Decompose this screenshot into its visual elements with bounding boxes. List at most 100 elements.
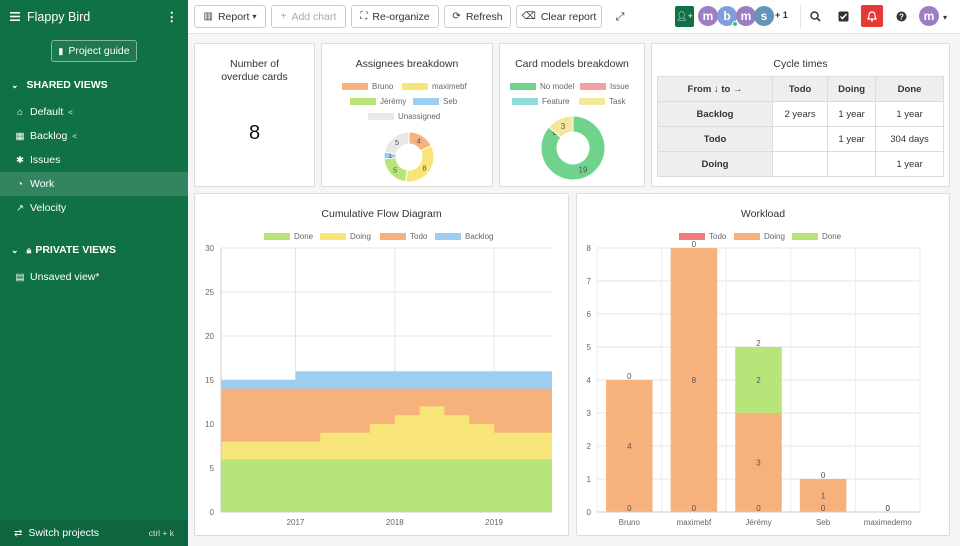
- add-chart-button[interactable]: + Add chart: [271, 5, 346, 28]
- sidebar-item-label: Unsaved view*: [30, 271, 100, 283]
- avatar-initial: m: [740, 9, 752, 23]
- checkbox-icon[interactable]: [832, 5, 854, 27]
- legend-item[interactable]: maximebf: [402, 82, 467, 91]
- x-tick-label: Bruno: [619, 518, 641, 527]
- share-icon: <: [68, 107, 73, 117]
- refresh-label: Refresh: [465, 10, 503, 23]
- table-cell: 1 year: [875, 101, 944, 127]
- widget-title: Number of overdue cards: [221, 58, 288, 83]
- refresh-icon: ⟳: [452, 11, 461, 22]
- legend-item[interactable]: Seb: [413, 97, 457, 106]
- report-label: Report: [217, 10, 250, 23]
- grid-icon: ▦: [15, 130, 25, 142]
- book-icon: ▮: [58, 45, 64, 56]
- slice-label: 8: [422, 163, 426, 172]
- sidebar-item-label: Default: [30, 106, 64, 118]
- sidebar-item-work[interactable]: ◔ Work: [0, 172, 188, 196]
- chevron-down-icon: ⌄: [11, 79, 19, 90]
- switch-projects-label: Switch projects: [28, 527, 99, 539]
- avatar-initial: m: [702, 9, 714, 23]
- avatar-initial: m: [923, 9, 935, 23]
- switch-projects-button[interactable]: ⇄ Switch projects ctrl + k: [0, 520, 188, 546]
- sidebar-item-velocity[interactable]: ↗ Velocity: [0, 196, 188, 220]
- bar-value-label: 0: [821, 471, 826, 480]
- report-dropdown-button[interactable]: ▥ Report ▾: [194, 5, 266, 28]
- app: Flappy Bird ⋮ ▮ Project guide ⌄ SHARED V…: [0, 0, 960, 546]
- legend-item[interactable]: Issue: [580, 82, 629, 91]
- sidebar-item-label: Velocity: [30, 202, 67, 214]
- sidebar-item-unsaved-view[interactable]: ▤ Unsaved view*: [0, 265, 188, 289]
- caret-down-icon[interactable]: ▾: [940, 6, 950, 28]
- slice-label: 5: [395, 138, 399, 147]
- row-header: Backlog: [657, 101, 773, 127]
- widget-title: Assignees breakdown: [355, 58, 459, 70]
- legend-item[interactable]: Unassigned: [368, 112, 440, 121]
- avatar-initial: s: [760, 9, 768, 23]
- y-tick-label: 5: [587, 343, 592, 352]
- more-options-icon[interactable]: ⋮: [166, 9, 179, 24]
- row-header: Todo: [657, 126, 773, 152]
- more-members-count[interactable]: + 1: [775, 10, 788, 20]
- legend-item[interactable]: Jérémy: [350, 97, 406, 106]
- user-avatar-menu[interactable]: m: [919, 6, 939, 26]
- card-models-donut-chart: 19003: [540, 115, 606, 181]
- member-avatar[interactable]: m: [736, 6, 756, 26]
- eraser-icon: ⌫: [521, 11, 536, 22]
- sidebar-item-backlog[interactable]: ▦ Backlog <: [0, 124, 188, 148]
- help-icon[interactable]: ?: [890, 5, 912, 27]
- x-tick-label: maximedemo: [864, 518, 913, 527]
- lock-icon: 🔒︎: [26, 244, 32, 255]
- y-tick-label: 8: [587, 244, 592, 253]
- x-tick-label: Seb: [816, 518, 831, 527]
- chart-line-icon: ↗: [16, 202, 24, 214]
- table-row: Todo 1 year 304 days: [657, 126, 944, 152]
- sidebar-item-issues[interactable]: ✱ Issues: [0, 148, 188, 172]
- search-icon[interactable]: [804, 5, 826, 27]
- table-cell: [827, 151, 877, 177]
- legend-item[interactable]: Bruno: [342, 82, 393, 91]
- add-member-button[interactable]: 👤︎+: [675, 6, 694, 27]
- table-corner-header: From ↓ to →: [657, 76, 773, 102]
- x-tick-label: 2018: [386, 518, 404, 527]
- column-header: Doing: [827, 76, 877, 102]
- sidebar-item-label: Issues: [30, 154, 61, 166]
- fullscreen-icon[interactable]: ⤢: [611, 6, 629, 28]
- clear-report-button[interactable]: ⌫ Clear report: [516, 5, 602, 28]
- y-tick-label: 6: [587, 310, 592, 319]
- bug-icon: ✱: [16, 154, 24, 166]
- y-tick-label: 4: [587, 376, 592, 385]
- project-guide-button[interactable]: ▮ Project guide: [51, 40, 137, 62]
- assignees-donut-chart: 48515: [383, 131, 435, 183]
- cycle-times-widget: Cycle times From ↓ to → Todo Doing Done …: [651, 43, 950, 187]
- table-cell: 1 year: [827, 101, 877, 127]
- dashboard-icon: ◔: [17, 178, 23, 190]
- menu-icon[interactable]: [10, 10, 20, 24]
- y-tick-label: 1: [587, 475, 592, 484]
- card-models-widget: Card models breakdown No model Issue Fea…: [499, 43, 645, 187]
- private-views-label: PRIVATE VIEWS: [35, 244, 117, 256]
- cycle-times-table: From ↓ to → Todo Doing Done Backlog 2 ye…: [657, 76, 944, 177]
- member-avatar[interactable]: b: [717, 6, 738, 27]
- table-row: Doing 1 year: [657, 151, 944, 177]
- project-guide-label: Project guide: [68, 45, 130, 57]
- notification-bell-icon[interactable]: [861, 5, 883, 27]
- table-cell: [771, 151, 829, 177]
- shared-views-header[interactable]: ⌄ SHARED VIEWS: [0, 76, 188, 94]
- sidebar: Flappy Bird ⋮ ▮ Project guide ⌄ SHARED V…: [0, 0, 188, 546]
- reorganize-label: Re-organize: [372, 10, 430, 23]
- legend-item[interactable]: Feature: [512, 97, 570, 106]
- y-tick-label: 15: [205, 376, 214, 385]
- table-cell: [771, 126, 829, 152]
- legend-item[interactable]: Task: [579, 97, 625, 106]
- clear-report-label: Clear report: [540, 10, 597, 23]
- member-avatar[interactable]: s: [754, 6, 774, 26]
- private-views-header[interactable]: ⌄ 🔒︎ PRIVATE VIEWS: [0, 241, 188, 259]
- assignees-breakdown-widget: Assignees breakdown Bruno maximebf Jérém…: [321, 43, 493, 187]
- sidebar-item-default[interactable]: ⌂ Default <: [0, 100, 188, 124]
- table-cell: 1 year: [827, 126, 877, 152]
- reorganize-button[interactable]: ⛶ Re-organize: [351, 5, 439, 28]
- slice-label: 3: [561, 122, 566, 131]
- refresh-button[interactable]: ⟳ Refresh: [444, 5, 511, 28]
- legend-item[interactable]: No model: [510, 82, 574, 91]
- member-avatar[interactable]: m: [698, 6, 718, 26]
